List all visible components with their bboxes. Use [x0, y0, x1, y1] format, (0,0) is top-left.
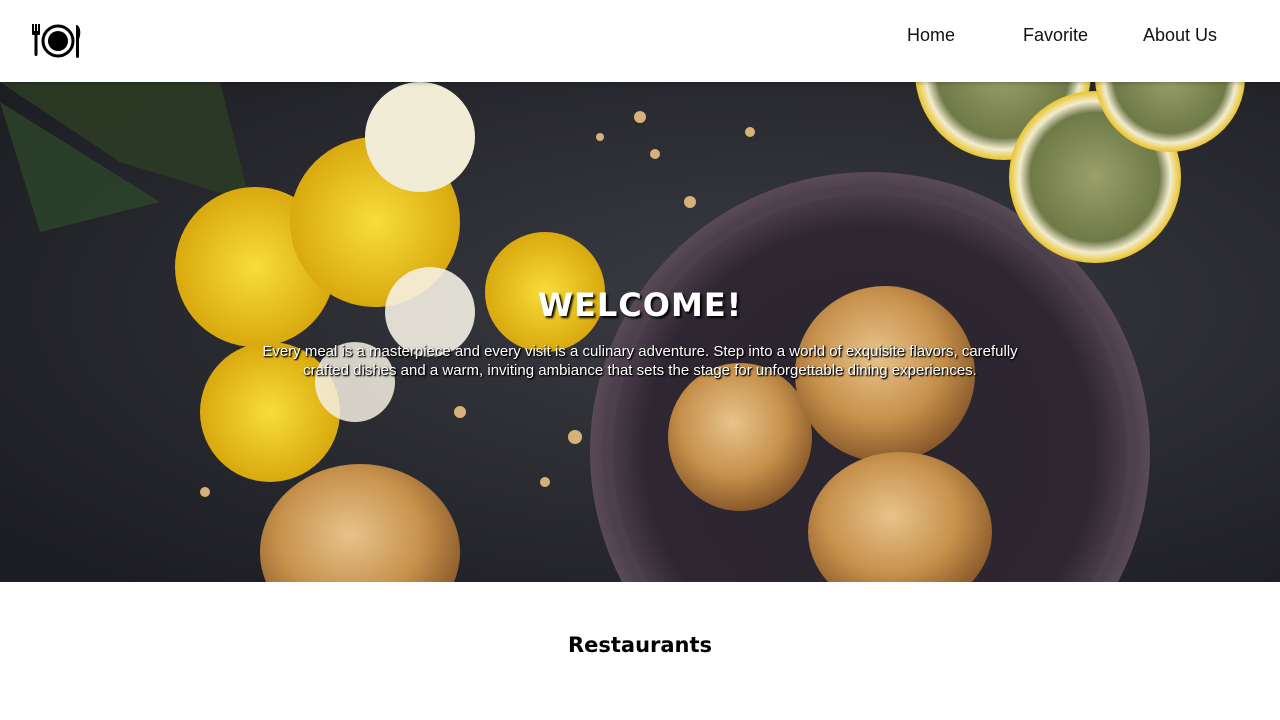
nav-home-link[interactable]: Home	[907, 24, 955, 46]
restaurants-section-title: Restaurants	[567, 633, 713, 657]
site-header: Home Favorite About Us	[0, 0, 1280, 82]
hero-banner: WELCOME! Every meal is a masterpiece and…	[0, 82, 1280, 582]
main-nav: Home Favorite About Us	[0, 0, 1280, 82]
nav-about-link[interactable]: About Us	[1143, 24, 1217, 46]
hero-description: Every meal is a masterpiece and every vi…	[262, 343, 1018, 379]
hero-background-image	[0, 82, 1280, 582]
nav-favorite-link[interactable]: Favorite	[1023, 24, 1088, 46]
hero-title: WELCOME!	[537, 286, 743, 324]
